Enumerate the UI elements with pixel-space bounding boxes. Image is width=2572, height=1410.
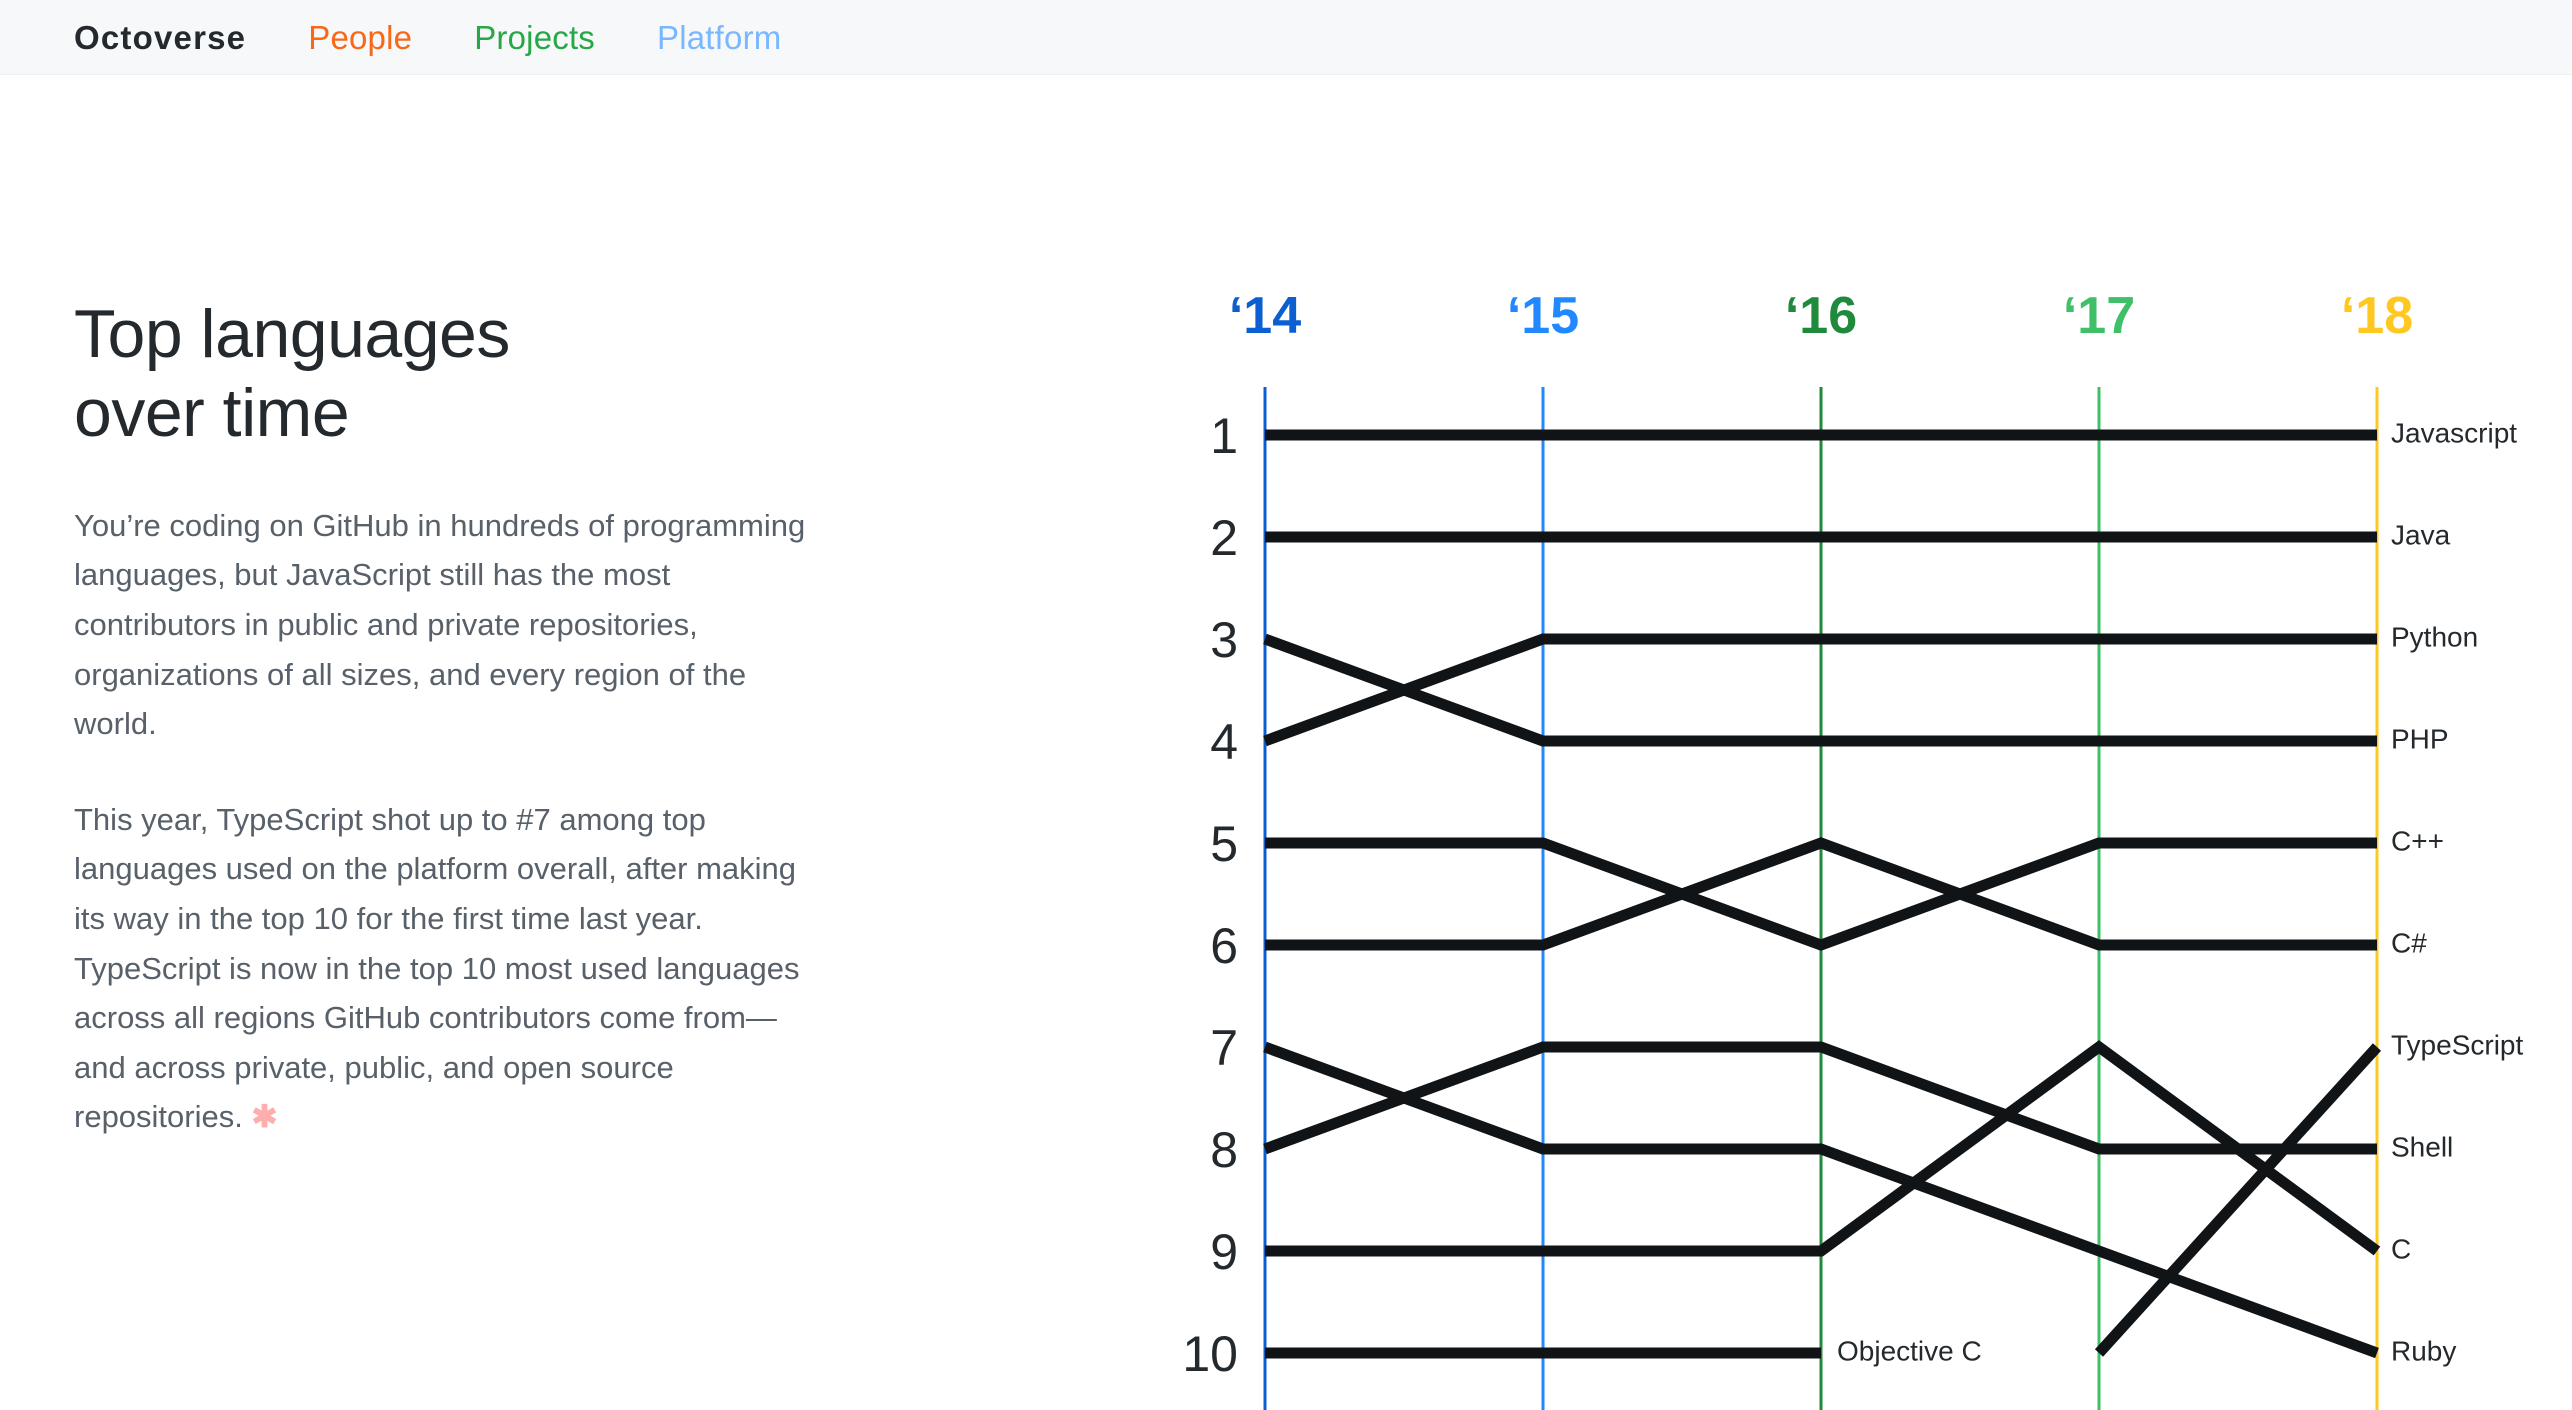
series-label-typescript: TypeScript: [2391, 1029, 2523, 1060]
series-label-php: PHP: [2391, 723, 2449, 754]
page-title: Top languages over time: [74, 296, 510, 451]
nav-item-platform[interactable]: Platform: [657, 21, 781, 54]
y-axis-tick-9: 9: [1210, 1224, 1238, 1280]
x-axis-label-18: ‘18: [2341, 287, 2413, 345]
footnote-asterisk-icon[interactable]: ✱: [251, 1099, 277, 1134]
paragraph-typescript-text: This year, TypeScript shot up to #7 amon…: [74, 801, 800, 1135]
series-label-shell: Shell: [2391, 1131, 2453, 1162]
series-label-javascript: Javascript: [2391, 417, 2517, 448]
x-axis-label-17: ‘17: [2063, 287, 2135, 345]
series-label-python: Python: [2391, 621, 2478, 652]
series-label-java: Java: [2391, 519, 2451, 550]
y-axis-tick-4: 4: [1210, 714, 1238, 770]
top-navigation-bar: Octoverse People Projects Platform: [0, 0, 2572, 75]
series-label-c-: C#: [2391, 927, 2427, 958]
top-languages-chart: 1 2 3 4 5 6 7 8 9 10 ‘14 ‘15 ‘16 ‘17 ‘18 Javascript Ja…: [1130, 255, 2560, 1410]
y-axis-tick-3: 3: [1210, 612, 1238, 668]
chart-x-axis-year-labels: ‘14 ‘15 ‘16 ‘17 ‘18: [1229, 287, 2413, 345]
series-label-objective-c: Objective C: [1837, 1335, 1982, 1366]
article-text-column: Top languages over time You’re coding on…: [74, 295, 834, 1188]
y-axis-tick-8: 8: [1210, 1122, 1238, 1178]
nav-item-octoverse[interactable]: Octoverse: [74, 21, 246, 54]
x-axis-label-15: ‘15: [1507, 287, 1579, 345]
y-axis-tick-10: 10: [1182, 1326, 1238, 1382]
x-axis-label-16: ‘16: [1785, 287, 1857, 345]
y-axis-tick-7: 7: [1210, 1020, 1238, 1076]
y-axis-tick-5: 5: [1210, 816, 1238, 872]
y-axis-tick-2: 2: [1210, 510, 1238, 566]
series-label-c-: C++: [2391, 825, 2444, 856]
series-label-ruby: Ruby: [2391, 1335, 2456, 1366]
paragraph-intro: You’re coding on GitHub in hundreds of p…: [74, 507, 806, 742]
y-axis-tick-6: 6: [1210, 918, 1238, 974]
paragraph-typescript: This year, TypeScript shot up to #7 amon…: [74, 795, 819, 1142]
y-axis-tick-1: 1: [1210, 408, 1238, 464]
x-axis-label-14: ‘14: [1229, 287, 1301, 345]
nav-item-projects[interactable]: Projects: [474, 21, 595, 54]
chart-y-axis-ticks: 1 2 3 4 5 6 7 8 9 10: [1182, 408, 1238, 1382]
chart-svg: 1 2 3 4 5 6 7 8 9 10 ‘14 ‘15 ‘16 ‘17 ‘18 Javascript Ja…: [1182, 287, 2523, 1410]
nav-item-people[interactable]: People: [308, 21, 412, 54]
series-label-c: C: [2391, 1233, 2411, 1264]
